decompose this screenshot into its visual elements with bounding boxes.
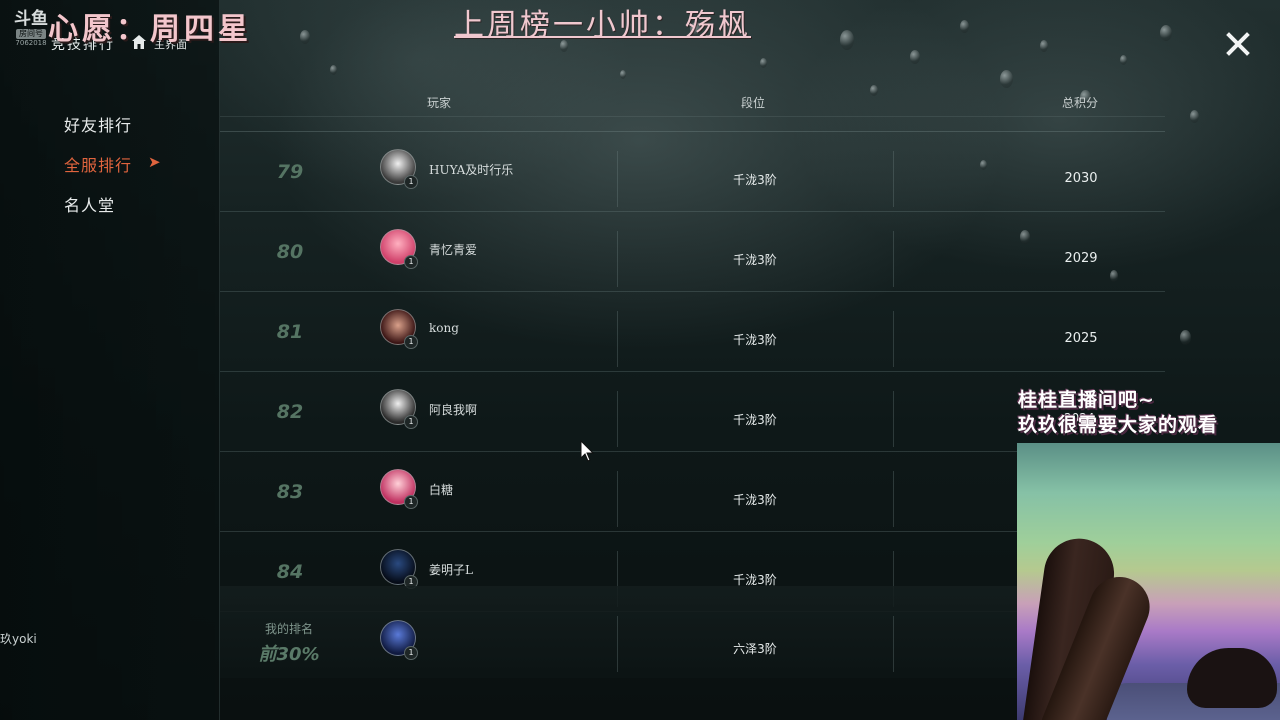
- my-rank-value: 前30%: [258, 644, 320, 665]
- menu-item-label: 名人堂: [64, 196, 116, 215]
- side-username: 玖yoki: [0, 632, 37, 646]
- logo-room-number: 7062018: [15, 39, 47, 47]
- column-divider: [893, 616, 894, 672]
- player-tier: 千泷3阶: [733, 173, 777, 187]
- column-divider: [893, 231, 894, 287]
- close-icon[interactable]: [1224, 30, 1252, 58]
- stream-wish-title: 心愿：周四星: [48, 12, 252, 47]
- rank-number: 84: [276, 561, 304, 583]
- menu-item-label: 全服排行: [64, 156, 133, 175]
- menu-item-label: 好友排行: [64, 116, 133, 135]
- column-divider: [617, 471, 618, 527]
- player-score: 2025: [1064, 331, 1098, 346]
- player-tier: 千泷3阶: [733, 413, 777, 427]
- my-rank-label: 我的排名: [264, 622, 313, 636]
- table-row[interactable]: 79 1 HUYA及时行乐 千泷3阶 2030: [220, 131, 1165, 212]
- column-divider: [893, 311, 894, 367]
- column-divider: [893, 391, 894, 447]
- top-gifter-banner: 上周榜一小帅：殇枫: [454, 8, 751, 43]
- logo-main-text: 斗鱼: [14, 9, 48, 29]
- player-tier: 千泷3阶: [733, 493, 777, 507]
- column-header-player: 玩家: [427, 96, 452, 110]
- avatar-level-badge: 1: [404, 255, 418, 269]
- player-score: 2030: [1064, 171, 1098, 186]
- avatar-level-badge: 1: [404, 175, 418, 189]
- player-name: 阿良我啊: [429, 403, 478, 417]
- avatar-level-badge: 1: [404, 646, 418, 660]
- player-tier: 千泷3阶: [733, 333, 777, 347]
- player-name: 青忆青爱: [429, 243, 478, 257]
- player-name: 白糖: [429, 483, 454, 497]
- player-name: kong: [429, 321, 459, 335]
- column-divider: [893, 471, 894, 527]
- game-screen: 斗鱼 房间号 7062018 竞技排行 主界面 好友排行 全服排行 ➤ 名人堂 …: [0, 0, 1280, 720]
- ranking-menu: 好友排行 全服排行 ➤ 名人堂: [64, 112, 161, 232]
- webcam-overlay: [1017, 443, 1280, 720]
- rank-number: 83: [276, 481, 304, 503]
- menu-item-server-ranking[interactable]: 全服排行 ➤: [64, 152, 161, 175]
- table-header-divider: [220, 116, 1165, 132]
- rank-number: 80: [276, 241, 304, 263]
- player-name: HUYA及时行乐: [429, 163, 514, 177]
- menu-item-hall-of-fame[interactable]: 名人堂: [64, 192, 132, 215]
- avatar-level-badge: 1: [404, 415, 418, 429]
- sidebar: 斗鱼 房间号 7062018 竞技排行 主界面 好友排行 全服排行 ➤ 名人堂 …: [0, 0, 220, 720]
- column-header-score: 总积分: [1062, 96, 1099, 110]
- column-divider: [617, 311, 618, 367]
- my-tier: 六泽3阶: [733, 642, 777, 656]
- avatar-level-badge: 1: [404, 495, 418, 509]
- douyu-logo: 斗鱼 房间号 7062018: [12, 10, 50, 50]
- menu-item-friends-ranking[interactable]: 好友排行: [64, 112, 133, 135]
- rank-number: 81: [276, 321, 304, 343]
- column-header-tier: 段位: [741, 96, 766, 110]
- player-name: 姜明子L: [429, 563, 473, 577]
- column-divider: [617, 391, 618, 447]
- column-divider: [617, 151, 618, 207]
- column-divider: [893, 151, 894, 207]
- rank-number: 82: [276, 401, 304, 423]
- avatar-level-badge: 1: [404, 335, 418, 349]
- player-score: 2029: [1064, 251, 1098, 266]
- column-divider: [617, 231, 618, 287]
- table-row[interactable]: 81 1 kong 千泷3阶 2025: [220, 291, 1165, 372]
- table-row[interactable]: 80 1 青忆青爱 千泷3阶 2029: [220, 211, 1165, 292]
- caption-line-1: 桂桂直播间吧~: [1018, 389, 1155, 411]
- player-tier: 千泷3阶: [733, 253, 777, 267]
- logo-room-label: 房间号: [16, 29, 46, 39]
- column-divider: [617, 616, 618, 672]
- mouse-cursor-icon: [580, 440, 595, 462]
- caption-line-2: 玖玖很需要大家的观看: [1018, 414, 1219, 436]
- arrow-right-icon: ➤: [148, 153, 162, 171]
- cam-object: [1187, 648, 1277, 708]
- stream-caption: 桂桂直播间吧~ 玖玖很需要大家的观看: [1018, 388, 1218, 438]
- rank-number: 79: [276, 161, 304, 183]
